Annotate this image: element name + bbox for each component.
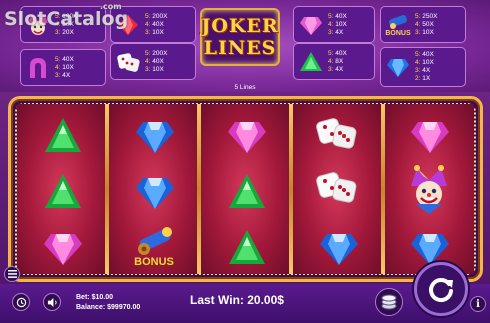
menu-button[interactable] — [4, 266, 20, 282]
lines-label: 5 Lines — [234, 84, 256, 91]
joker-icon — [401, 162, 457, 218]
pink-gem-icon — [294, 8, 328, 42]
blue-gem-icon — [381, 50, 415, 84]
bet-display: Bet: $10.00 — [76, 294, 113, 301]
bonus-cannon-icon: BONUS — [126, 222, 182, 272]
logo-line-1: JOKER — [201, 15, 279, 37]
blue-gem-icon — [130, 111, 180, 161]
sound-icon — [47, 297, 57, 307]
horseshoe-icon — [21, 51, 55, 85]
menu-icon — [7, 270, 17, 278]
bonus-label: BONUS — [134, 256, 174, 268]
blue-gem-icon — [130, 167, 180, 217]
pink-gem-icon — [222, 111, 272, 161]
blue-gem-icon — [314, 223, 364, 273]
last-win-display: Last Win: 20.00$ — [190, 293, 284, 307]
paytable-green-gem: 5: 40X 4: 8X 3: 4X — [293, 43, 375, 80]
paytable-pink-gem: 5: 40X 4: 10X 3: 4X — [293, 6, 375, 43]
bet-info: Bet: $10.00 Balance: $99970.00 — [76, 293, 140, 313]
game-logo: JOKER LINES — [200, 8, 280, 66]
spin-button[interactable] — [414, 262, 468, 316]
green-gem-icon — [38, 111, 88, 161]
sound-button[interactable] — [43, 293, 61, 311]
bonus-cannon-icon: BONUS — [381, 8, 415, 42]
pink-gem-icon — [405, 111, 455, 161]
green-gem-icon — [38, 167, 88, 217]
dice-icon — [111, 45, 145, 79]
bet-coins-button[interactable] — [375, 288, 403, 316]
paytable-horseshoe: 5: 40X 4: 10X 3: 4X — [20, 49, 106, 86]
spin-icon — [429, 278, 453, 303]
paytable-bonus: BONUS 5: 250X 4: 50X 3: 10X — [380, 6, 466, 43]
paytable-dice: 5: 200X 4: 40X 3: 10X — [110, 43, 196, 80]
green-gem-icon — [294, 45, 328, 79]
logo-line-2: LINES — [203, 37, 277, 59]
history-button[interactable] — [12, 293, 30, 311]
green-gem-icon — [222, 223, 272, 273]
info-button[interactable]: i — [470, 296, 486, 312]
info-icon: i — [476, 298, 480, 310]
history-icon — [16, 297, 26, 307]
dice-icon — [312, 164, 362, 214]
pink-gem-icon — [38, 223, 88, 273]
paytable-header: 5: 100X 4: 30X 3: 20X 5: 40X 4: 10X 3: 4… — [0, 0, 490, 92]
balance-display: Balance: $99970.00 — [76, 304, 141, 311]
dice-icon — [312, 110, 362, 160]
paytable-blue-gem: 5: 40X 4: 10X 3: 4X 2: 1X — [380, 47, 466, 87]
green-gem-icon — [222, 167, 272, 217]
coins-icon — [381, 294, 397, 310]
watermark: SlotCatalog .com — [4, 2, 129, 30]
